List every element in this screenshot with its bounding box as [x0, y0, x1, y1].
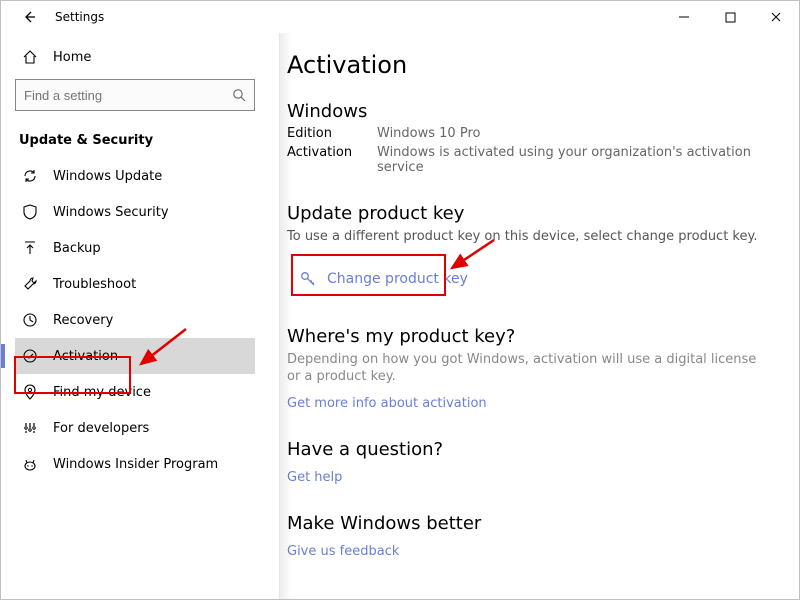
where-key-desc: Depending on how you got Windows, activa… [287, 351, 771, 386]
sidebar-item-label: Troubleshoot [53, 277, 136, 292]
recovery-icon [21, 311, 39, 329]
back-icon [22, 10, 36, 24]
shield-icon [21, 203, 39, 221]
maximize-icon [725, 12, 736, 23]
activation-label: Activation [287, 145, 377, 175]
activation-icon [21, 347, 39, 365]
sidebar-item-label: Backup [53, 241, 101, 256]
key-icon [299, 270, 317, 288]
change-product-key-label: Change product key [327, 271, 468, 287]
category-heading: Update & Security [19, 133, 255, 148]
get-help-link[interactable]: Get help [287, 470, 342, 485]
update-key-heading: Update product key [287, 203, 771, 224]
location-icon [21, 383, 39, 401]
sidebar-item-windows-security[interactable]: Windows Security [15, 194, 255, 230]
change-product-key-button[interactable]: Change product key [287, 260, 771, 298]
content-pane: Activation Windows Edition Windows 10 Pr… [269, 33, 799, 599]
activation-value: Windows is activated using your organiza… [377, 145, 771, 175]
sidebar-item-label: Windows Security [53, 205, 169, 220]
sidebar-item-label: Activation [53, 349, 118, 364]
feedback-link[interactable]: Give us feedback [287, 544, 399, 559]
sidebar-item-label: Windows Update [53, 169, 162, 184]
sidebar-item-activation[interactable]: Activation [15, 338, 255, 374]
close-icon [770, 11, 782, 23]
search-input[interactable] [24, 88, 232, 103]
where-key-heading: Where's my product key? [287, 326, 771, 347]
sidebar-item-label: For developers [53, 421, 149, 436]
edition-label: Edition [287, 126, 377, 141]
better-heading: Make Windows better [287, 513, 771, 534]
sidebar-item-label: Windows Insider Program [53, 457, 218, 472]
panel-divider [279, 33, 280, 599]
sidebar-item-troubleshoot[interactable]: Troubleshoot [15, 266, 255, 302]
sidebar-item-label: Recovery [53, 313, 113, 328]
insider-icon [21, 455, 39, 473]
sidebar-item-backup[interactable]: Backup [15, 230, 255, 266]
update-key-desc: To use a different product key on this d… [287, 228, 771, 246]
windows-heading: Windows [287, 101, 771, 122]
sidebar-item-windows-update[interactable]: Windows Update [15, 158, 255, 194]
home-icon [21, 48, 39, 66]
maximize-button[interactable] [707, 1, 753, 33]
home-button[interactable]: Home [15, 39, 255, 75]
sidebar-item-label: Find my device [53, 385, 151, 400]
more-info-link[interactable]: Get more info about activation [287, 396, 487, 411]
backup-icon [21, 239, 39, 257]
search-box[interactable] [15, 79, 255, 111]
close-button[interactable] [753, 1, 799, 33]
window-title: Settings [55, 10, 104, 24]
sidebar-item-insider[interactable]: Windows Insider Program [15, 446, 255, 482]
question-heading: Have a question? [287, 439, 771, 460]
troubleshoot-icon [21, 275, 39, 293]
minimize-button[interactable] [661, 1, 707, 33]
sidebar: Home Update & Security Windows Update Wi… [1, 33, 269, 599]
edition-value: Windows 10 Pro [377, 126, 771, 141]
sidebar-item-recovery[interactable]: Recovery [15, 302, 255, 338]
developer-icon [21, 419, 39, 437]
sidebar-item-find-my-device[interactable]: Find my device [15, 374, 255, 410]
page-title: Activation [287, 51, 771, 79]
sync-icon [21, 167, 39, 185]
home-label: Home [53, 50, 91, 65]
back-button[interactable] [13, 1, 45, 33]
minimize-icon [678, 11, 690, 23]
sidebar-item-for-developers[interactable]: For developers [15, 410, 255, 446]
search-icon [232, 88, 246, 102]
